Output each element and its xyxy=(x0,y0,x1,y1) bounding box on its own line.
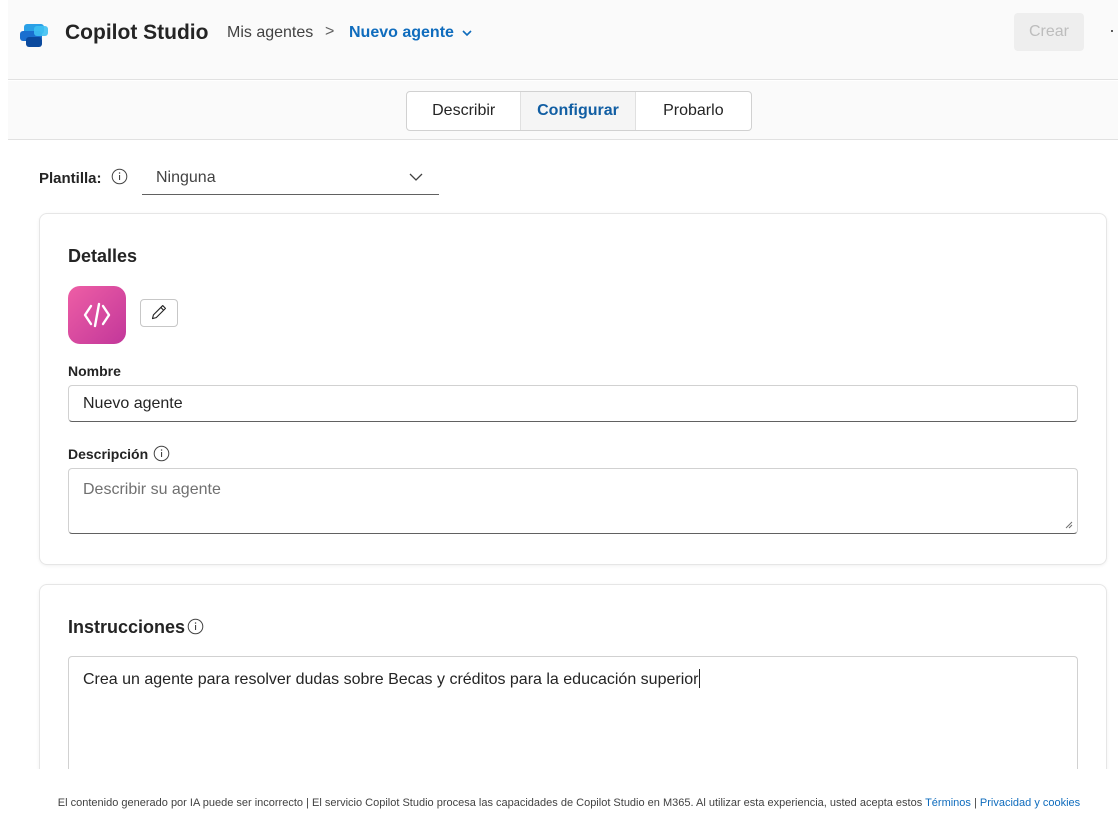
footer-disclaimer: El contenido generado por IA puede ser i… xyxy=(20,792,1118,814)
chevron-down-icon[interactable] xyxy=(462,29,472,37)
breadcrumb-my-agents[interactable]: Mis agentes xyxy=(227,24,313,42)
details-title: Detalles xyxy=(68,246,138,266)
description-label: Descripción xyxy=(68,446,149,462)
chevron-down-icon xyxy=(409,173,423,181)
terms-link[interactable]: Términos xyxy=(925,797,971,809)
footer: El contenido generado por IA puede ser i… xyxy=(0,769,1118,839)
pencil-icon xyxy=(151,305,167,320)
agent-code-icon xyxy=(83,302,111,328)
template-dropdown[interactable]: Ninguna xyxy=(142,160,439,195)
resize-handle-icon[interactable] xyxy=(1064,520,1073,529)
agent-avatar xyxy=(68,286,126,344)
edit-avatar-button[interactable] xyxy=(140,299,178,327)
more-options-button[interactable]: ··· xyxy=(1109,20,1118,41)
footer-separator: | xyxy=(970,797,980,809)
copilot-studio-logo-icon xyxy=(20,24,48,47)
footer-disclaimer-text: El contenido generado por IA puede ser i… xyxy=(57,797,926,809)
mode-bar: Describir Configurar Probarlo xyxy=(8,81,1118,140)
breadcrumb-separator: > xyxy=(325,23,335,40)
info-icon[interactable] xyxy=(187,618,204,635)
info-icon[interactable] xyxy=(153,445,170,462)
name-field[interactable]: Nuevo agente xyxy=(68,385,1078,422)
create-button[interactable]: Crear xyxy=(1014,13,1084,51)
template-selected-value: Ninguna xyxy=(156,169,216,186)
instructions-card: Instrucciones Crea un agente para resolv… xyxy=(39,584,1107,796)
tab-describe[interactable]: Describir xyxy=(407,92,520,130)
instructions-title: Instrucciones xyxy=(68,617,186,637)
tab-configure[interactable]: Configurar xyxy=(520,92,636,130)
top-header: Copilot Studio Mis agentes > Nuevo agent… xyxy=(8,0,1118,80)
app-title: Copilot Studio xyxy=(65,21,209,44)
template-label: Plantilla: xyxy=(39,170,102,187)
details-card: Detalles Nombre Nuevo agente Descripción… xyxy=(39,213,1107,565)
breadcrumb-current-agent[interactable]: Nuevo agente xyxy=(349,24,454,42)
tab-test[interactable]: Probarlo xyxy=(636,92,751,130)
description-field[interactable]: Describir su agente xyxy=(68,468,1078,534)
mode-tabs: Describir Configurar Probarlo xyxy=(406,91,752,131)
privacy-link[interactable]: Privacidad y cookies xyxy=(980,797,1080,809)
instructions-text: Crea un agente para resolver dudas sobre… xyxy=(83,671,699,688)
name-label: Nombre xyxy=(68,363,121,379)
info-icon[interactable] xyxy=(111,168,128,185)
text-caret xyxy=(699,669,701,688)
description-placeholder: Describir su agente xyxy=(83,481,221,498)
